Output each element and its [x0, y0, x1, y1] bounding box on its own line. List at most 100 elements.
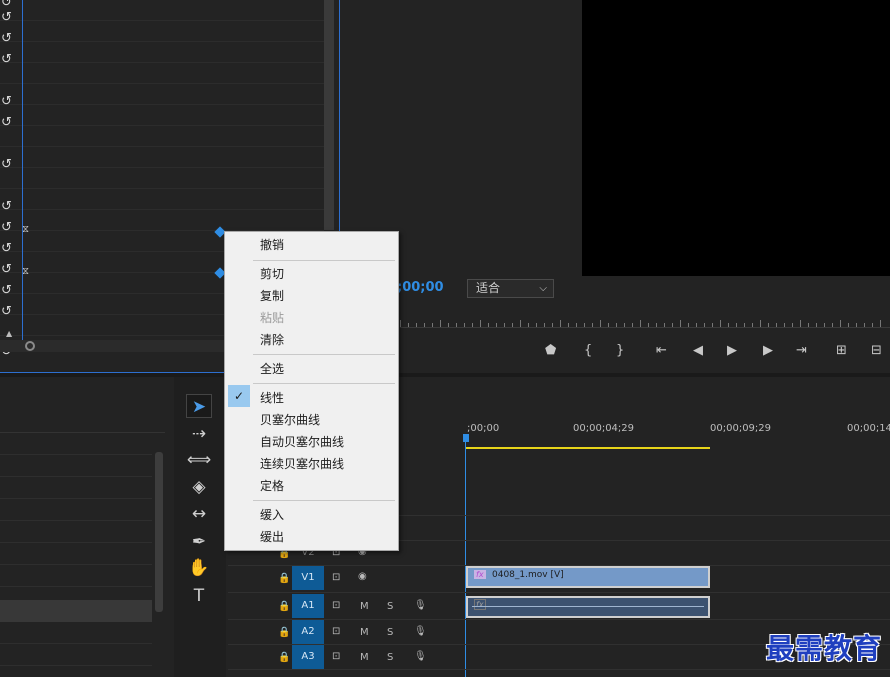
ruler-tick [496, 323, 497, 327]
step-back-icon[interactable]: ◀ [693, 343, 703, 359]
video-clip[interactable]: fx 0408_1.mov [V] [466, 566, 710, 588]
reset-parameter-icon[interactable]: ↺ [1, 11, 15, 25]
effect-scrollbar[interactable] [324, 0, 334, 230]
zoom-fit-select[interactable]: 适合 ⌵ [467, 279, 554, 298]
selection-tool-icon[interactable]: ➤ [186, 394, 212, 418]
lock-icon[interactable]: 🔒 [278, 627, 290, 638]
track-target-a1[interactable]: A1 [292, 594, 324, 618]
mute-button[interactable]: M [360, 627, 369, 638]
pen-tool-icon[interactable]: ✒ [186, 530, 212, 554]
hand-tool-icon[interactable]: ✋ [186, 556, 212, 580]
menu-item-continuous-bezier[interactable]: 连续贝塞尔曲线 [225, 453, 398, 475]
mute-button[interactable]: M [360, 601, 369, 612]
reset-parameter-icon[interactable]: ↺ [1, 263, 15, 277]
mark-in-icon[interactable]: { [584, 343, 592, 359]
add-marker-icon[interactable]: ⬟ [545, 343, 556, 359]
keyframe-navigator-icon[interactable]: ⧖ [22, 266, 29, 277]
go-to-out-icon[interactable]: ⇥ [796, 343, 807, 359]
list-item[interactable] [0, 521, 152, 543]
reset-parameter-icon[interactable]: ↺ [1, 53, 15, 67]
list-item[interactable] [0, 455, 152, 477]
work-area-bar[interactable] [466, 447, 710, 449]
audio-clip[interactable]: fx [466, 596, 710, 618]
microphone-icon[interactable]: 🎙 [414, 626, 427, 637]
project-scrollbar[interactable] [155, 452, 163, 612]
menu-item-clear[interactable]: 清除 [225, 329, 398, 351]
reset-parameter-icon[interactable]: ↺ [1, 200, 15, 214]
type-tool-icon[interactable]: T [186, 584, 212, 608]
sync-lock-icon[interactable]: ⊡ [332, 600, 340, 611]
lock-icon[interactable]: 🔒 [278, 652, 290, 663]
solo-button[interactable]: S [387, 601, 393, 612]
reset-parameter-icon[interactable]: ↺ [1, 242, 15, 256]
menu-item-hold[interactable]: 定格 [225, 475, 398, 497]
list-item[interactable] [0, 565, 152, 587]
track-select-tool-icon[interactable]: ⇢ [186, 422, 212, 446]
reset-parameter-icon[interactable]: ↺ [1, 221, 15, 235]
track-target-a3[interactable]: A3 [292, 645, 324, 669]
reset-parameter-icon[interactable]: ↺ [1, 158, 15, 172]
ruler-tick [432, 323, 433, 327]
menu-item-copy[interactable]: 复制 [225, 285, 398, 307]
scroll-up-icon[interactable]: ▲ [6, 329, 12, 338]
list-item[interactable] [0, 477, 152, 499]
list-item-selected[interactable] [0, 600, 152, 622]
lock-icon[interactable]: 🔒 [278, 601, 290, 612]
lock-icon[interactable]: 🔒 [278, 573, 290, 584]
menu-item-auto-bezier[interactable]: 自动贝塞尔曲线 [225, 431, 398, 453]
menu-item-ease-out[interactable]: 缓出 [225, 526, 398, 548]
chevron-down-icon: ⌵ [539, 283, 547, 294]
menu-item-cut[interactable]: 剪切 [225, 263, 398, 285]
reset-parameter-icon[interactable]: ↺ [1, 284, 15, 298]
eye-icon[interactable]: ◉ [358, 571, 367, 582]
track-divider[interactable] [228, 592, 890, 593]
solo-button[interactable]: S [387, 652, 393, 663]
reset-parameter-icon[interactable]: ↺ [1, 95, 15, 109]
timeline-ruler[interactable] [465, 415, 890, 449]
play-icon[interactable]: ▶ [727, 343, 737, 359]
keyframe-navigator-icon[interactable]: ⧖ [22, 224, 29, 235]
track-target-a2[interactable]: A2 [292, 620, 324, 644]
extract-icon[interactable]: ⊟ [871, 343, 882, 359]
sync-lock-icon[interactable]: ⊡ [332, 626, 340, 637]
reset-parameter-icon[interactable]: ↺ [1, 116, 15, 130]
mark-out-icon[interactable]: } [616, 343, 624, 359]
ruler-tick [448, 323, 449, 327]
ripple-edit-tool-icon[interactable]: ⟺ [186, 448, 212, 472]
ruler-tick [848, 323, 849, 327]
reset-parameter-icon[interactable]: ↺ [1, 0, 15, 10]
microphone-icon[interactable]: 🎙 [414, 600, 427, 611]
reset-parameter-icon[interactable]: ↺ [1, 305, 15, 319]
menu-item-ease-in[interactable]: 缓入 [225, 504, 398, 526]
sync-lock-icon[interactable]: ⊡ [332, 651, 340, 662]
video-preview[interactable] [582, 0, 890, 276]
microphone-icon[interactable]: 🎙 [414, 651, 427, 662]
menu-item-undo[interactable]: 撤销 [225, 234, 398, 256]
step-forward-icon[interactable]: ▶ [763, 343, 773, 359]
menu-item-bezier[interactable]: 贝塞尔曲线 [225, 409, 398, 431]
monitor-time-ruler[interactable] [400, 308, 890, 328]
film-icon[interactable]: ⊡ [332, 572, 340, 583]
razor-tool-icon[interactable]: ◈ [186, 475, 212, 499]
go-to-in-icon[interactable]: ⇤ [656, 343, 667, 359]
ruler-tick [832, 323, 833, 327]
list-item[interactable] [0, 622, 152, 644]
solo-button[interactable]: S [387, 627, 393, 638]
list-item[interactable] [0, 499, 152, 521]
playhead-icon[interactable] [463, 434, 469, 442]
playhead-timecode[interactable]: ;00;00 [397, 280, 444, 295]
watermark-logo: 最需教育 [766, 632, 883, 665]
list-item[interactable] [0, 644, 152, 666]
slip-tool-icon[interactable]: ↔ [186, 502, 212, 526]
reset-parameter-icon[interactable]: ↺ [1, 32, 15, 46]
ruler-tick [696, 323, 697, 327]
mute-button[interactable]: M [360, 652, 369, 663]
menu-item-linear[interactable]: 线性 [225, 387, 398, 409]
list-item[interactable] [0, 543, 152, 565]
track-target-v1[interactable]: V1 [292, 566, 324, 590]
scroll-handle-icon[interactable] [25, 341, 35, 351]
lift-icon[interactable]: ⊞ [836, 343, 847, 359]
list-item[interactable] [0, 433, 152, 455]
ruler-tick [720, 320, 721, 327]
menu-item-select-all[interactable]: 全选 [225, 358, 398, 380]
